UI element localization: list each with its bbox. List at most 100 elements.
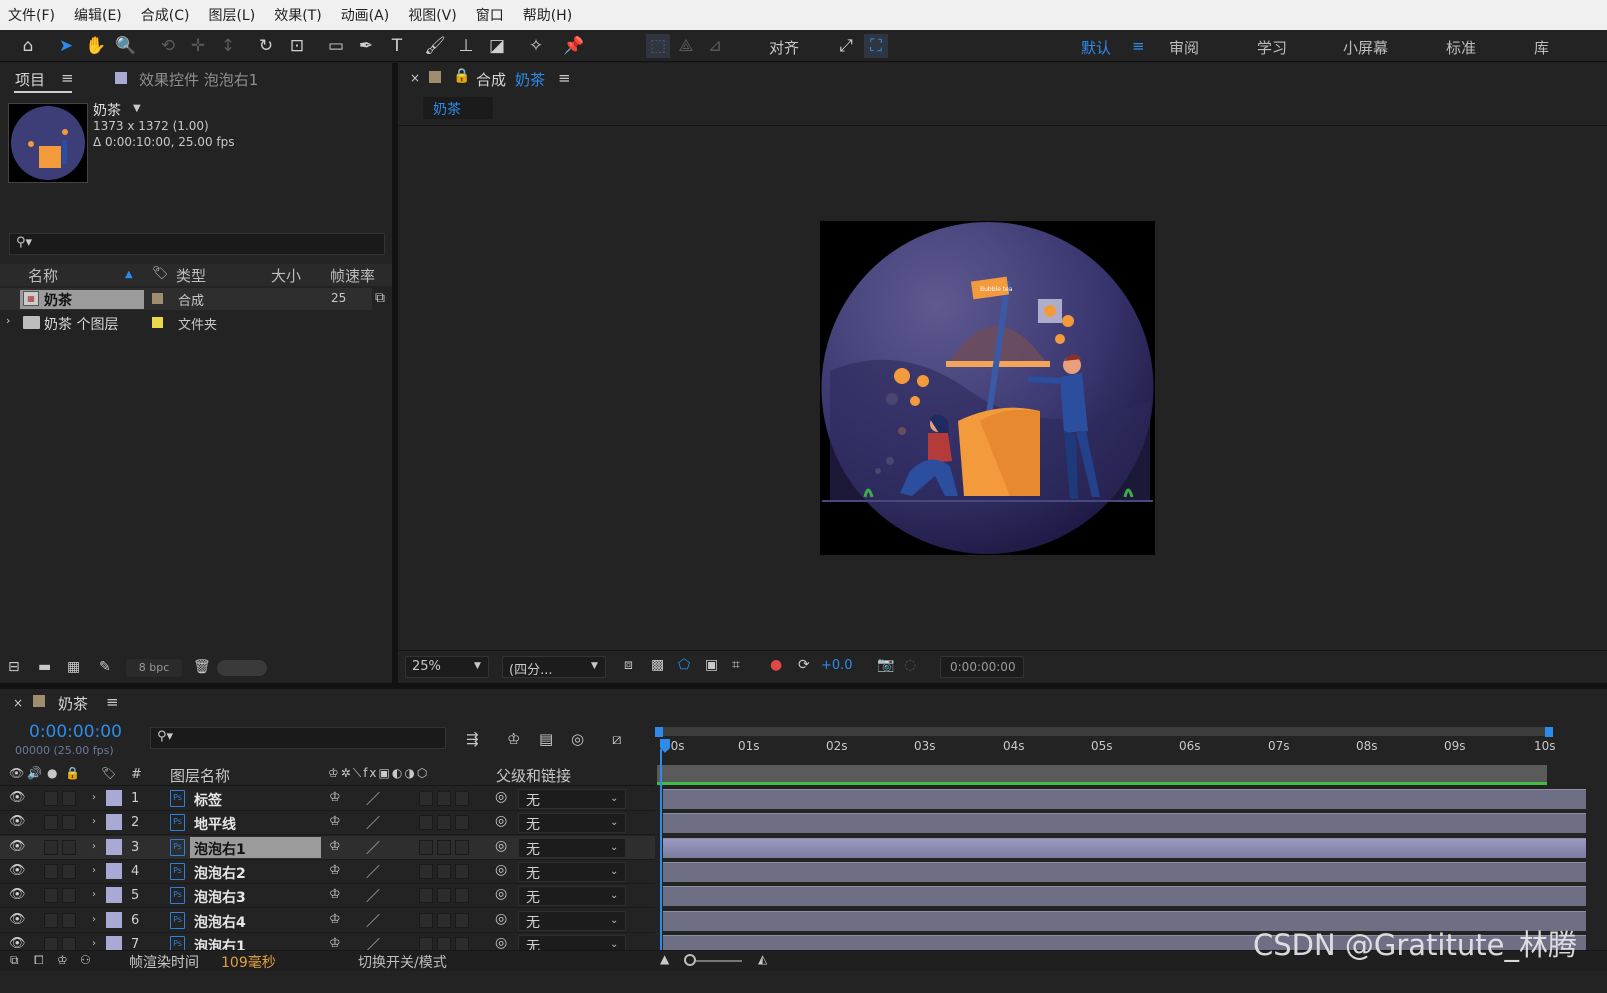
adjustment-switch[interactable] <box>455 839 469 855</box>
adjustment-switch[interactable] <box>455 791 469 806</box>
thumbnail-size-slider[interactable] <box>217 660 267 676</box>
selection-tool-icon[interactable]: ➤ <box>54 34 78 58</box>
layer-label-color[interactable] <box>106 887 122 904</box>
workspace-learn[interactable]: 学习 <box>1257 37 1287 58</box>
motion-blur-switch[interactable] <box>437 863 451 879</box>
workspace-default[interactable]: 默认 <box>1081 37 1111 58</box>
visibility-eye-icon[interactable]: 👁 <box>9 887 26 902</box>
layer-name[interactable]: 泡泡右3 <box>194 887 246 907</box>
visibility-eye-icon[interactable]: 👁 <box>9 936 26 950</box>
in-out-toggle-icon[interactable]: ♔ <box>57 953 68 967</box>
lock-switch[interactable] <box>62 863 76 879</box>
project-item-row[interactable]: ▦ 奶茶 合成 25 <box>0 288 372 310</box>
quality-switch-icon[interactable]: ／ <box>366 838 380 858</box>
layer-row[interactable]: 👁 › 5 Ps 泡泡右3 ♔ ／ ◎ 无 ⌄ <box>0 884 655 909</box>
layer-row[interactable]: 👁 › 2 Ps 地平线 ♔ ／ ◎ 无 ⌄ <box>0 811 655 836</box>
layer-row[interactable]: 👁 › 1 Ps 标签 ♔ ／ ◎ 无 ⌄ <box>0 787 655 811</box>
solo-switch[interactable] <box>44 936 58 950</box>
exposure-value[interactable]: +0.0 <box>821 658 853 673</box>
comp-info-dropdown-icon[interactable]: ▼ <box>133 103 141 114</box>
zoom-in-icon[interactable]: ◭ <box>758 952 767 966</box>
zoom-tool-icon[interactable]: 🔍 <box>114 34 138 58</box>
shy-switch-icon[interactable]: ♔ <box>329 863 341 878</box>
quality-switch-icon[interactable]: ／ <box>366 789 380 809</box>
transfer-controls-toggle-icon[interactable]: ⧠ <box>34 953 44 968</box>
fx-switch[interactable] <box>419 815 433 831</box>
rectangle-tool-icon[interactable]: ▭ <box>324 34 348 58</box>
lock-switch[interactable] <box>62 936 76 950</box>
layer-duration-bar[interactable] <box>663 861 1586 882</box>
layer-label-color[interactable] <box>106 935 122 950</box>
lock-switch[interactable] <box>62 839 76 855</box>
zoom-out-icon[interactable]: ▲ <box>660 952 669 966</box>
layer-row[interactable]: 👁 › 3 Ps 泡泡右1 ♔ ／ ◎ 无 ⌄ <box>0 835 655 860</box>
comp-breadcrumb[interactable]: 奶茶 <box>423 97 493 119</box>
pick-whip-icon[interactable]: ◎ <box>495 935 507 950</box>
fx-switch[interactable] <box>419 936 433 950</box>
shy-switch-icon[interactable]: ♔ <box>329 936 341 950</box>
pick-whip-icon[interactable]: ◎ <box>495 862 507 878</box>
dolly-camera-icon[interactable]: ↕ <box>216 34 240 58</box>
lock-switch[interactable] <box>62 888 76 904</box>
sort-asc-icon[interactable]: ▲ <box>125 269 133 280</box>
motion-blur-switch[interactable] <box>437 936 451 950</box>
puppet-pin-icon[interactable]: 📌 <box>562 34 586 58</box>
lock-switch[interactable] <box>62 912 76 928</box>
panel-menu-icon[interactable]: ≡ <box>61 69 74 87</box>
interpret-footage-icon[interactable]: ⊟ <box>8 659 20 675</box>
pan-camera-icon[interactable]: ✛ <box>186 34 210 58</box>
adjustment-switch[interactable] <box>455 888 469 904</box>
menu-view[interactable]: 视图(V) <box>408 5 457 25</box>
fx-switch[interactable] <box>419 839 433 855</box>
layer-row[interactable]: 👁 › 4 Ps 泡泡右2 ♔ ／ ◎ 无 ⌄ <box>0 859 655 884</box>
project-tab[interactable]: 项目 <box>15 69 45 90</box>
layer-name[interactable]: 地平线 <box>194 814 236 834</box>
expand-chevron-icon[interactable]: › <box>92 816 96 827</box>
pick-whip-icon[interactable]: ◎ <box>495 886 507 902</box>
pick-whip-icon[interactable]: ◎ <box>495 838 507 854</box>
brush-tool-icon[interactable]: 🖌 <box>423 34 447 58</box>
project-settings-icon[interactable]: ✎ <box>99 659 111 675</box>
shy-switch-icon[interactable]: ♔ <box>329 839 341 854</box>
comp-tab-name[interactable]: 奶茶 <box>515 69 545 90</box>
menu-window[interactable]: 窗口 <box>476 5 504 25</box>
snapshot-camera-icon[interactable]: 📷 <box>877 657 894 673</box>
workspace-small-screen[interactable]: 小屏幕 <box>1343 37 1388 58</box>
motion-blur-switch[interactable] <box>437 839 451 855</box>
eraser-tool-icon[interactable]: ◪ <box>485 34 509 58</box>
menu-composition[interactable]: 合成(C) <box>141 5 190 25</box>
layer-name[interactable]: 泡泡右4 <box>194 912 246 932</box>
project-item-label-color[interactable] <box>152 293 163 304</box>
fast-preview-icon[interactable]: ⧈ <box>624 657 633 673</box>
menu-edit[interactable]: 编辑(E) <box>74 5 122 25</box>
render-time-toggle-icon[interactable]: ⚇ <box>80 953 91 967</box>
visibility-eye-icon[interactable]: 👁 <box>9 839 26 854</box>
playhead-line[interactable] <box>660 749 662 950</box>
layer-label-color[interactable] <box>106 790 122 806</box>
workspace-review[interactable]: 审阅 <box>1169 37 1199 58</box>
pick-whip-icon[interactable]: ◎ <box>495 813 507 829</box>
label-tag-icon[interactable]: 🏷 <box>152 266 169 281</box>
pick-whip-icon[interactable]: ◎ <box>495 911 507 927</box>
roto-brush-icon[interactable]: ✧ <box>524 34 548 58</box>
adjustment-switch[interactable] <box>455 863 469 879</box>
layer-name[interactable]: 泡泡右2 <box>194 863 246 883</box>
quality-switch-icon[interactable]: ／ <box>366 813 380 833</box>
fx-switch[interactable] <box>419 912 433 928</box>
adjustment-switch[interactable] <box>455 912 469 928</box>
expand-chevron-icon[interactable]: › <box>92 865 96 876</box>
comp-viewer[interactable]: Bubble tea <box>398 125 1607 650</box>
layer-name[interactable]: 泡泡右1 <box>194 839 246 859</box>
workspace-menu-icon[interactable]: ≡ <box>1132 37 1145 55</box>
project-item-label-color[interactable] <box>152 317 163 328</box>
pan-behind-icon[interactable]: ⊡ <box>285 34 309 58</box>
project-search-input[interactable]: ⚲▾ <box>9 233 385 255</box>
mask-visibility-icon[interactable]: ⬠ <box>678 657 690 673</box>
layer-duration-bar[interactable] <box>663 789 1586 809</box>
expand-chevron-icon[interactable]: › <box>92 889 96 900</box>
lock-icon[interactable]: 🔒 <box>453 68 470 84</box>
adjustment-switch[interactable] <box>455 936 469 950</box>
layer-duration-bar[interactable] <box>663 837 1586 858</box>
expand-chevron-icon[interactable]: › <box>92 938 96 949</box>
reset-exposure-icon[interactable]: ⟳ <box>798 657 810 673</box>
